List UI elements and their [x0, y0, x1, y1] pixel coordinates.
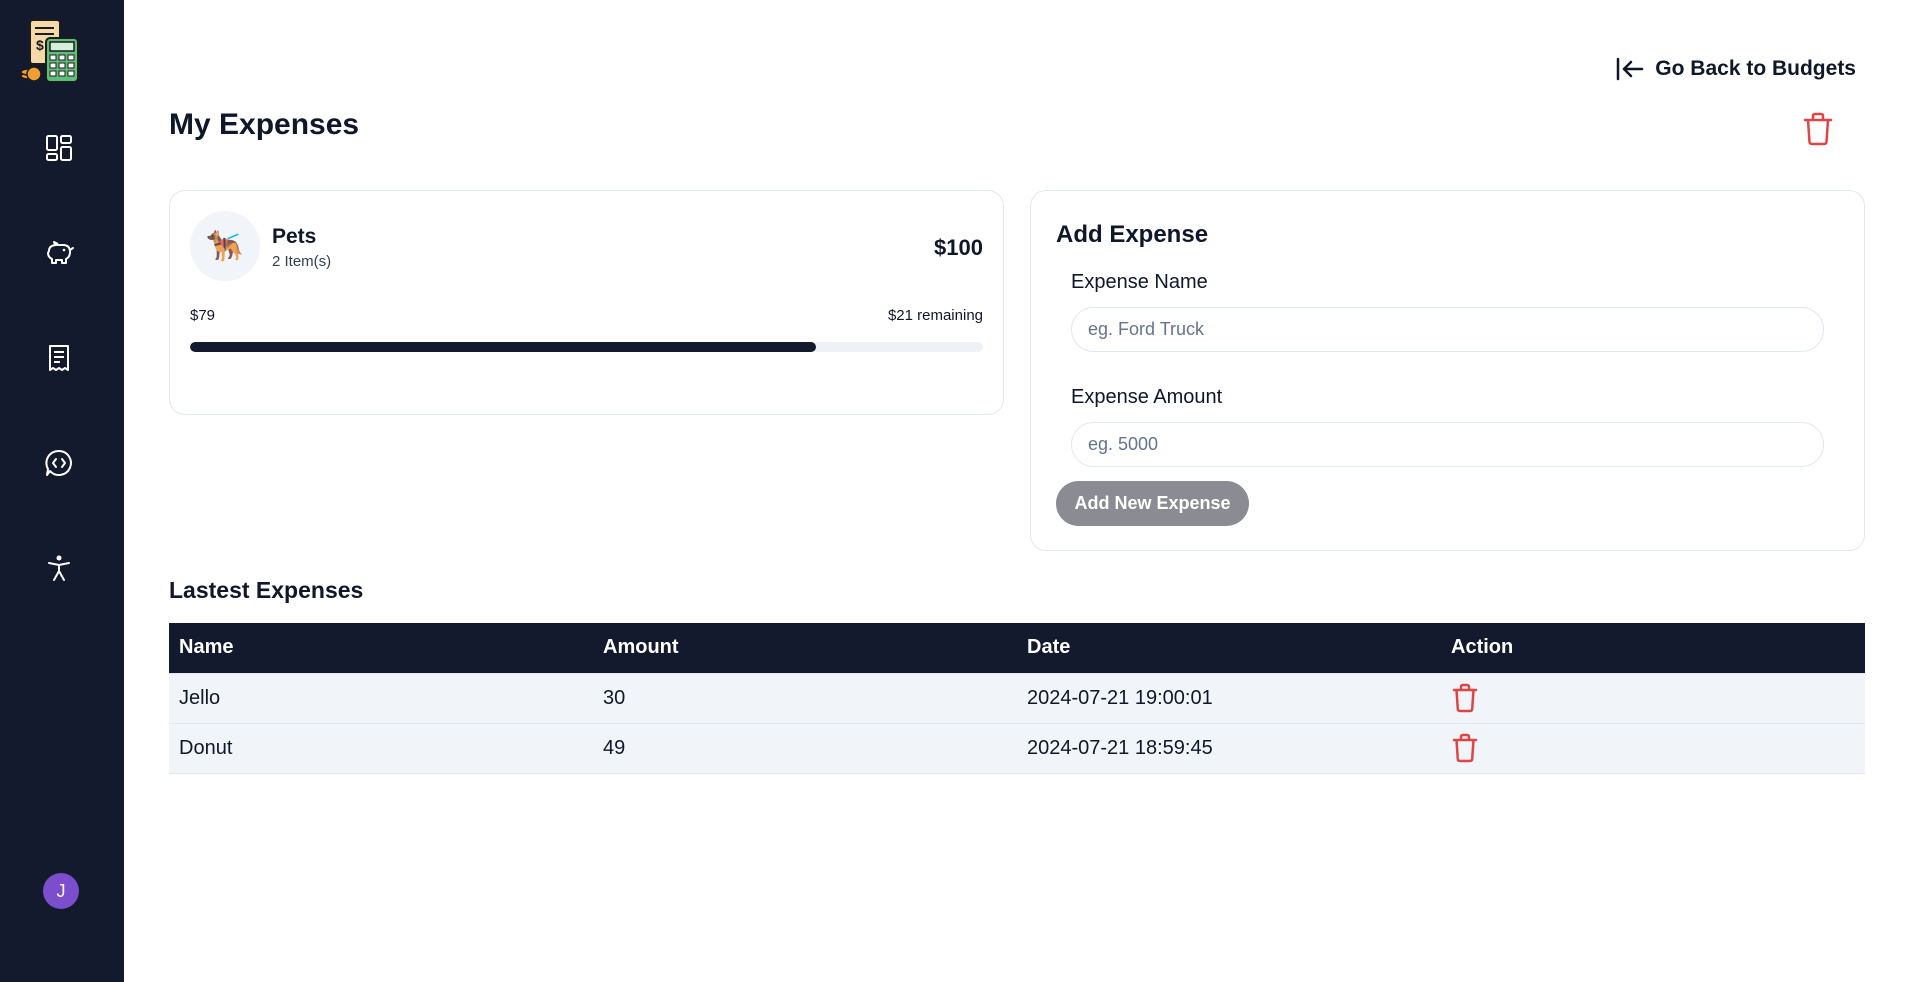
- delete-budget-button[interactable]: [1802, 112, 1834, 146]
- arrow-back-icon: [1617, 57, 1644, 81]
- budget-emoji: 🐕‍🦺: [190, 211, 260, 281]
- expenses-table: Name Amount Date Action Jello 30 2024-07…: [169, 623, 1865, 774]
- budget-progress-fill: [190, 342, 817, 352]
- accessibility-icon: [48, 555, 70, 581]
- receipt-icon: [49, 345, 69, 371]
- add-new-expense-button[interactable]: Add New Expense: [1056, 481, 1249, 526]
- expense-amount-label: Expense Amount: [1071, 386, 1223, 408]
- sidebar: $ J: [0, 0, 124, 982]
- latest-expenses-title: Lastest Expenses: [169, 577, 364, 603]
- expense-amount: 30: [593, 673, 1017, 723]
- budget-spent: $79: [190, 307, 216, 324]
- sidebar-item-dashboard[interactable]: [40, 129, 78, 167]
- expense-action: [1441, 673, 1865, 723]
- table-row: Donut 49 2024-07-21 18:59:45: [169, 723, 1865, 773]
- budget-calculator-logo[interactable]: $: [20, 18, 82, 84]
- sidebar-item-budgets[interactable]: [40, 234, 78, 272]
- delete-expense-icon[interactable]: [1451, 683, 1479, 713]
- budget-item-count: 2 Item(s): [272, 253, 332, 270]
- page-title: My Expenses: [169, 108, 360, 141]
- expense-name: Jello: [169, 673, 593, 723]
- add-expense-card: Add Expense Expense Name Expense Amount …: [1030, 190, 1865, 551]
- budget-progress-bar: [190, 342, 983, 352]
- go-back-label: Go Back to Budgets: [1655, 57, 1856, 80]
- sidebar-item-chat[interactable]: [40, 444, 78, 482]
- sidebar-item-accessibility[interactable]: [40, 549, 78, 587]
- budget-name: Pets: [272, 225, 317, 248]
- budget-amount: $100: [934, 235, 983, 260]
- column-header-date: Date: [1017, 623, 1441, 673]
- dashboard-icon: [46, 135, 72, 161]
- table-header-row: Name Amount Date Action: [169, 623, 1865, 673]
- column-header-action: Action: [1441, 623, 1865, 673]
- expense-action: [1441, 723, 1865, 773]
- expense-name: Donut: [169, 723, 593, 773]
- budget-remaining: $21 remaining: [887, 307, 983, 324]
- column-header-name: Name: [169, 623, 593, 673]
- sidebar-item-expenses[interactable]: [40, 339, 78, 377]
- expense-amount: 49: [593, 723, 1017, 773]
- expense-amount-input[interactable]: [1071, 422, 1824, 467]
- svg-text:$: $: [36, 37, 44, 53]
- avatar[interactable]: J: [43, 873, 79, 909]
- budget-card: 🐕‍🦺 Pets 2 Item(s) $100 $79 $21 remainin…: [169, 190, 1004, 415]
- expense-name-label: Expense Name: [1071, 271, 1208, 293]
- delete-expense-icon[interactable]: [1451, 733, 1479, 763]
- expense-date: 2024-07-21 18:59:45: [1017, 723, 1441, 773]
- column-header-amount: Amount: [593, 623, 1017, 673]
- piggy-bank-icon: [47, 241, 74, 264]
- add-expense-title: Add Expense: [1056, 221, 1209, 248]
- expense-name-input[interactable]: [1071, 307, 1824, 352]
- trash-icon: [1803, 112, 1833, 146]
- chat-code-icon: [45, 449, 72, 476]
- go-back-button[interactable]: Go Back to Budgets: [1615, 56, 1856, 82]
- table-row: Jello 30 2024-07-21 19:00:01: [169, 673, 1865, 723]
- expense-date: 2024-07-21 19:00:01: [1017, 673, 1441, 723]
